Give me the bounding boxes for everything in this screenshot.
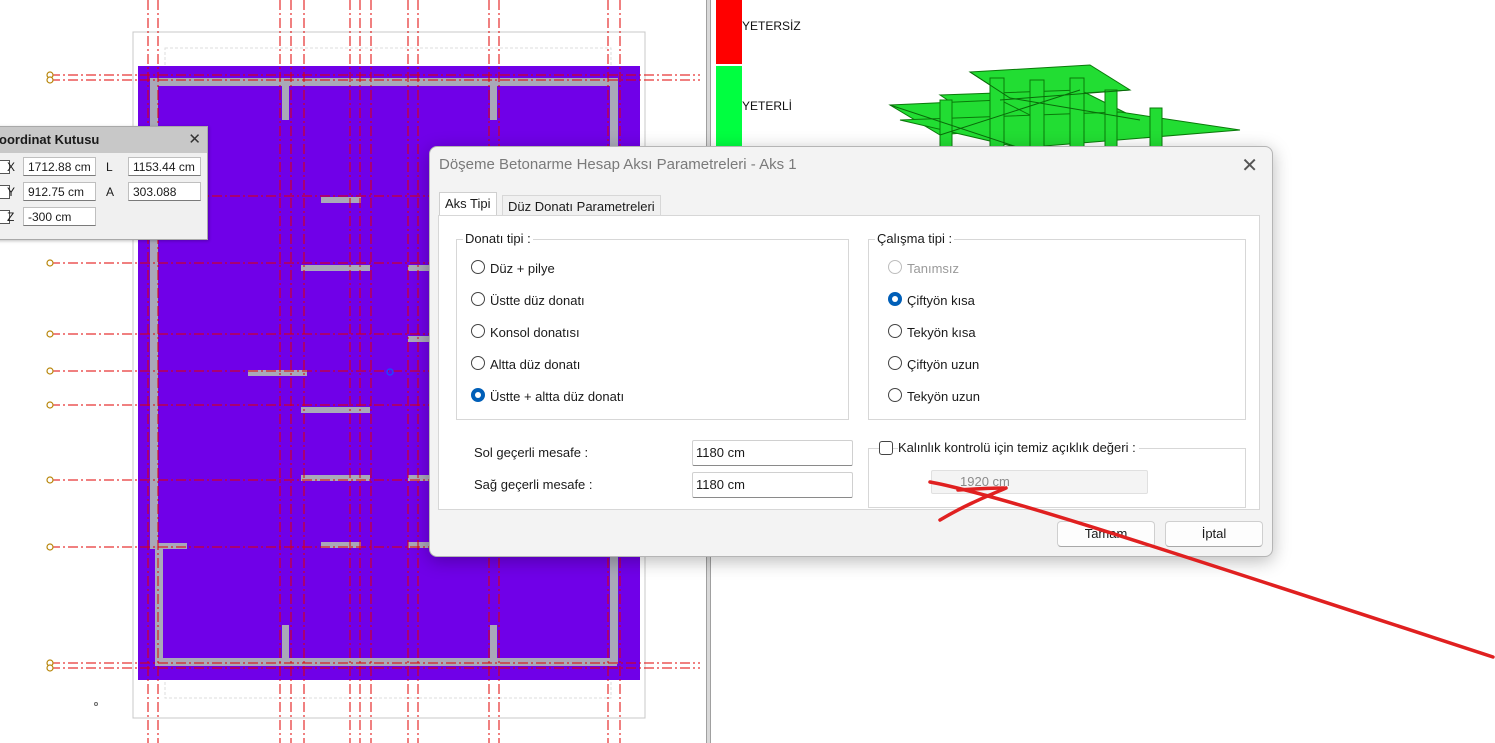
x-field[interactable]: 1712.88 cm — [23, 157, 96, 176]
clear-span-input: 1920 cm — [931, 470, 1148, 494]
close-icon[interactable]: ✕ — [1241, 153, 1258, 178]
close-icon[interactable]: ✕ — [188, 130, 201, 148]
axis-parameters-dialog[interactable]: Döşeme Betonarme Hesap Aksı Parametreler… — [429, 146, 1273, 557]
beam-top-mid-right — [490, 78, 497, 120]
radio-label: Üstte düz donatı — [490, 293, 585, 308]
radio-label: Çiftyön kısa — [907, 293, 975, 308]
radio-label: Konsol donatısı — [490, 325, 580, 340]
radio-button-selected[interactable] — [471, 388, 485, 402]
thickness-check-label: Kalınlık kontrolü için temiz açıklık değ… — [898, 440, 1139, 455]
radio-button-selected[interactable] — [888, 292, 902, 306]
radio-label: Tekyön uzun — [907, 389, 980, 404]
right-distance-input[interactable]: 1180 cm — [692, 472, 853, 498]
a-field[interactable]: 303.088 — [128, 182, 201, 201]
beam-top — [155, 78, 617, 86]
tab-panel-axis-type: Donatı tipi : Düz + pilye Üstte düz dona… — [438, 215, 1260, 510]
reinforcement-type-legend: Donatı tipi : — [463, 231, 533, 246]
left-distance-input[interactable]: 1180 cm — [692, 440, 853, 466]
radio-label: Çiftyön uzun — [907, 357, 980, 372]
radio-button[interactable] — [471, 324, 485, 338]
3d-model — [888, 64, 1241, 149]
beam-bottom — [155, 658, 617, 666]
radio-label: Düz + pilye — [490, 261, 555, 276]
legend-insufficient-label: YETERSİZ — [742, 19, 801, 33]
work-type-group: Çalışma tipi : Tanımsız Çiftyön kısa Tek… — [868, 231, 1246, 420]
ok-button[interactable]: Tamam — [1057, 521, 1155, 547]
l-label: L — [106, 160, 113, 174]
beam-top-mid-left — [282, 78, 289, 120]
y-field[interactable]: 912.75 cm — [23, 182, 96, 201]
left-distance-label: Sol geçerli mesafe : — [474, 445, 589, 460]
thickness-check-checkbox[interactable] — [879, 441, 893, 455]
a-label: A — [106, 185, 115, 199]
radio-label: Altta düz donatı — [490, 357, 581, 372]
radio-label: Üstte + altta düz donatı — [490, 389, 625, 404]
tab-axis-type[interactable]: Aks Tipi — [439, 192, 497, 217]
work-type-legend: Çalışma tipi : — [875, 231, 955, 246]
beam-segment — [321, 197, 361, 203]
cancel-button[interactable]: İptal — [1165, 521, 1263, 547]
z-label: Z — [7, 210, 15, 224]
coordinate-box[interactable]: oordinat Kutusu ✕ X 1712.88 cm L 1153.44… — [0, 126, 208, 240]
x-label: X — [7, 160, 16, 174]
coordinate-box-title: oordinat Kutusu — [0, 127, 207, 153]
beam-left-lower — [155, 543, 163, 665]
radio-button[interactable] — [888, 324, 902, 338]
origin-dot — [94, 702, 98, 706]
radio-button[interactable] — [888, 356, 902, 370]
reinforcement-type-group: Donatı tipi : Düz + pilye Üstte düz dona… — [456, 231, 849, 420]
beam-segment — [408, 336, 430, 342]
3d-structure-view[interactable] — [880, 50, 1250, 150]
beam-bottom-mid-right — [490, 625, 497, 665]
beam-segment — [408, 265, 430, 271]
radio-button — [888, 260, 902, 274]
radio-button[interactable] — [471, 292, 485, 306]
beam-bottom-mid-left — [282, 625, 289, 665]
radio-button[interactable] — [471, 356, 485, 370]
tab-straight-rebar-params[interactable]: Düz Donatı Parametreleri — [502, 195, 661, 217]
y-label: Y — [7, 185, 16, 199]
radio-label: Tekyön kısa — [907, 325, 976, 340]
legend-insufficient-swatch — [716, 0, 742, 64]
dialog-title: Döşeme Betonarme Hesap Aksı Parametreler… — [439, 156, 797, 173]
radio-label: Tanımsız — [907, 261, 960, 276]
radio-button[interactable] — [471, 260, 485, 274]
legend-sufficient-swatch — [716, 66, 742, 148]
radio-button[interactable] — [888, 388, 902, 402]
right-distance-label: Sağ geçerli mesafe : — [474, 477, 593, 492]
legend-sufficient-label: YETERLİ — [742, 99, 793, 113]
z-field[interactable]: -300 cm — [23, 207, 96, 226]
l-field[interactable]: 1153.44 cm — [128, 157, 201, 176]
